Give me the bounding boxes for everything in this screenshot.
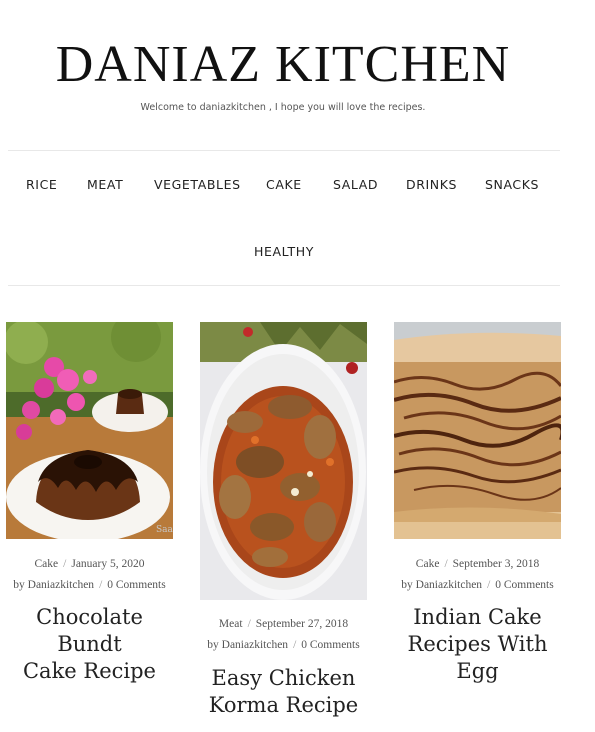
post-meta-category-date: Cake / January 5, 2020 — [6, 558, 173, 570]
post-thumbnail-chicken-korma[interactable] — [200, 322, 367, 600]
post-meta-category-date: Meat / September 27, 2018 — [200, 618, 367, 630]
post-meta-author-comments: by Daniazkitchen / 0 Comments — [394, 579, 561, 591]
meta-separator: / — [247, 618, 251, 630]
post-card: Cake / September 3, 2018 by Daniazkitchen /… — [394, 322, 561, 692]
site-tagline: Welcome to daniazkitchen , I hope you wi… — [140, 102, 426, 113]
marble-cake-image — [394, 322, 561, 539]
meta-separator: / — [487, 579, 491, 591]
post-title-line: Easy Chicken — [211, 666, 356, 690]
meta-separator: / — [444, 558, 448, 570]
nav-item-vegetables[interactable]: VEGETABLES — [154, 177, 241, 192]
post-title-link[interactable]: Easy Chicken Korma Recipe — [196, 665, 371, 719]
nav-item-snacks[interactable]: SNACKS — [485, 177, 539, 192]
post-thumbnail-bundt-cake[interactable]: Saad — [6, 322, 173, 539]
post-title-line: Egg — [456, 659, 499, 683]
post-date-link[interactable]: September 3, 2018 — [453, 558, 540, 570]
nav-item-drinks[interactable]: DRINKS — [406, 177, 457, 192]
post-title-line: Chocolate Bundt — [36, 605, 143, 656]
chicken-korma-image — [200, 322, 367, 600]
meta-separator: / — [99, 579, 103, 591]
post-author-link[interactable]: Daniazkitchen — [416, 579, 482, 591]
nav-bottom-divider — [8, 285, 560, 286]
post-title-line: Recipes With — [407, 632, 548, 656]
post-comments-link[interactable]: 0 Comments — [301, 639, 359, 651]
post-title-line: Indian Cake — [413, 605, 542, 629]
post-meta-author-comments: by Daniazkitchen / 0 Comments — [6, 579, 173, 591]
main-navigation: RICE MEAT VEGETABLES CAKE SALAD DRINKS S… — [8, 152, 560, 284]
nav-item-rice[interactable]: RICE — [26, 177, 57, 192]
meta-separator: / — [63, 558, 67, 570]
nav-item-cake[interactable]: CAKE — [266, 177, 302, 192]
post-comments-link[interactable]: 0 Comments — [107, 579, 165, 591]
meta-separator: / — [293, 639, 297, 651]
post-meta-category-date: Cake / September 3, 2018 — [394, 558, 561, 570]
post-comments-link[interactable]: 0 Comments — [495, 579, 553, 591]
image-watermark: Saad — [156, 525, 173, 535]
post-meta-author-comments: by Daniazkitchen / 0 Comments — [200, 639, 367, 651]
nav-top-divider — [8, 150, 560, 151]
post-category-link[interactable]: Cake — [416, 558, 440, 570]
post-by-label: by — [401, 579, 413, 591]
post-title-line: Korma Recipe — [208, 693, 359, 717]
post-thumbnail-marble-cake[interactable] — [394, 322, 561, 539]
post-by-label: by — [13, 579, 25, 591]
post-card: Saad Cake / January 5, 2020 by Daniazkitch… — [6, 322, 173, 683]
post-card: Meat / September 27, 2018 by Daniazkitchen… — [200, 322, 367, 722]
site-title[interactable]: DANIAZ KITCHEN — [0, 34, 566, 96]
post-author-link[interactable]: Daniazkitchen — [222, 639, 288, 651]
post-category-link[interactable]: Cake — [35, 558, 59, 570]
nav-item-healthy[interactable]: HEALTHY — [254, 244, 314, 259]
nav-item-salad[interactable]: SALAD — [333, 177, 378, 192]
post-author-link[interactable]: Daniazkitchen — [28, 579, 94, 591]
nav-item-meat[interactable]: MEAT — [87, 177, 123, 192]
post-by-label: by — [207, 639, 219, 651]
post-title-line: Cake Recipe — [22, 659, 156, 683]
post-category-link[interactable]: Meat — [219, 618, 243, 630]
post-title-link[interactable]: Indian Cake Recipes With Egg — [390, 604, 565, 685]
bundt-cake-image: Saad — [6, 322, 173, 539]
post-title-link[interactable]: Chocolate Bundt Cake Recipe — [2, 604, 177, 685]
post-date-link[interactable]: September 27, 2018 — [256, 618, 348, 630]
post-date-link[interactable]: January 5, 2020 — [71, 558, 144, 570]
